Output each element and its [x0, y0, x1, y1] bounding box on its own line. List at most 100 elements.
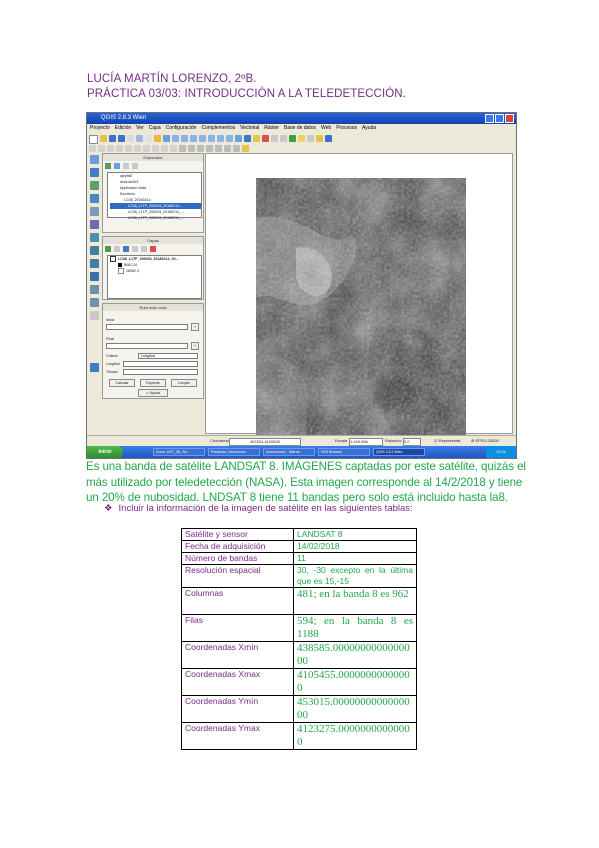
layers-style-icon[interactable]	[105, 246, 111, 252]
label-show-icon[interactable]	[197, 145, 204, 152]
browser-add-icon[interactable]	[105, 163, 111, 169]
menu-web[interactable]: Web	[321, 124, 331, 133]
gps-icon[interactable]	[90, 363, 99, 372]
route-start-input[interactable]	[106, 324, 188, 330]
add-vector-icon[interactable]	[90, 155, 99, 164]
browser-refresh-icon[interactable]	[114, 163, 120, 169]
route-start-pick-button[interactable]: +	[191, 323, 199, 331]
pan-icon[interactable]	[154, 135, 161, 142]
add-wms-icon[interactable]	[90, 233, 99, 242]
menu-edicion[interactable]: Edición	[115, 124, 131, 133]
pan-to-selection-icon[interactable]	[163, 135, 170, 142]
virtual-layer-icon[interactable]	[90, 311, 99, 320]
menu-procesos[interactable]: Procesos	[336, 124, 357, 133]
print-icon[interactable]	[127, 135, 134, 142]
add-csv-icon[interactable]	[90, 272, 99, 281]
maximize-button[interactable]	[495, 114, 504, 123]
start-button[interactable]: Inicio	[87, 446, 123, 458]
route-end-input[interactable]	[106, 343, 188, 349]
browser-item[interactable]: LC08_L1TP_200034_20180214_...	[110, 215, 201, 221]
label-rotate-icon[interactable]	[215, 145, 222, 152]
save-as-icon[interactable]	[118, 135, 125, 142]
route-icon[interactable]	[242, 145, 249, 152]
menu-base-de-datos[interactable]: Base de datos	[284, 124, 316, 133]
select-icon[interactable]	[253, 135, 260, 142]
add-feature-icon[interactable]	[116, 145, 123, 152]
layers-remove-icon[interactable]	[150, 246, 156, 252]
add-oracle-icon[interactable]	[90, 220, 99, 229]
label-pin-icon[interactable]	[188, 145, 195, 152]
layer-checkbox-icon[interactable]	[110, 256, 116, 263]
new-layer-icon[interactable]	[90, 285, 99, 294]
clear-button[interactable]: Limpiar	[171, 379, 197, 387]
rotation-input[interactable]: 0,0	[403, 438, 421, 446]
taskbar-item[interactable]: Prácticas | Introducció...	[208, 448, 260, 456]
zoom-selection-icon[interactable]	[208, 135, 215, 142]
field-calc-icon[interactable]	[280, 135, 287, 142]
browser-filter-icon[interactable]	[123, 163, 129, 169]
zoom-in-icon[interactable]	[172, 135, 179, 142]
taskbar-item[interactable]: Curso 1007_08_04/...	[153, 448, 205, 456]
zoom-layer-icon[interactable]	[199, 135, 206, 142]
save-icon[interactable]	[109, 135, 116, 142]
menu-raster[interactable]: Ráster	[264, 124, 279, 133]
add-mssql-icon[interactable]	[90, 207, 99, 216]
render-checkbox[interactable]: ☑ Representar	[434, 436, 461, 446]
menu-ayuda[interactable]: Ayuda	[362, 124, 376, 133]
close-button[interactable]	[505, 114, 514, 123]
annotation-icon[interactable]	[298, 135, 305, 142]
menu-capa[interactable]: Capa	[149, 124, 161, 133]
layers-tree[interactable]: LC08_L1TP_200034_20180214_20... 8081,34 …	[107, 255, 202, 299]
map-tips-icon[interactable]	[307, 135, 314, 142]
route-help-button[interactable]: ✕ Ayuda	[138, 389, 168, 397]
layers-expand-icon[interactable]	[132, 246, 138, 252]
taskbar-item[interactable]: DSS Browser	[318, 448, 370, 456]
layers-collapse-icon[interactable]	[141, 246, 147, 252]
new-spatialite-icon[interactable]	[90, 298, 99, 307]
zoom-full-icon[interactable]	[190, 135, 197, 142]
zoom-out-icon[interactable]	[181, 135, 188, 142]
browser-tree[interactable]: ajeyfal2 Android3d3 Application Data Esc…	[107, 172, 202, 221]
help-icon[interactable]	[325, 135, 332, 142]
digitize-icon[interactable]	[98, 145, 105, 152]
refresh-icon[interactable]	[235, 135, 242, 142]
add-spatialite-icon[interactable]	[90, 194, 99, 203]
new-project-icon[interactable]	[89, 135, 98, 144]
add-wcs-icon[interactable]	[90, 246, 99, 255]
add-raster-icon[interactable]	[90, 168, 99, 177]
add-wfs-icon[interactable]	[90, 259, 99, 268]
menu-vectorial[interactable]: Vectorial	[240, 124, 259, 133]
taskbar-item-active[interactable]: QGIS 2.8.3 Wien	[373, 448, 425, 456]
calculate-button[interactable]: Calcular	[109, 379, 135, 387]
node-tool-icon[interactable]	[134, 145, 141, 152]
zoom-next-icon[interactable]	[226, 135, 233, 142]
bookmark-icon[interactable]	[316, 135, 323, 142]
route-end-pick-button[interactable]: +	[191, 342, 199, 350]
menu-proyecto[interactable]: Proyecto	[90, 124, 110, 133]
layers-add-group-icon[interactable]	[114, 246, 120, 252]
label-icon[interactable]	[179, 145, 186, 152]
menu-configuracion[interactable]: Configuración	[166, 124, 197, 133]
add-postgis-icon[interactable]	[90, 181, 99, 190]
edit-icon[interactable]	[89, 145, 96, 152]
label-move-icon[interactable]	[206, 145, 213, 152]
layers-filter-icon[interactable]	[123, 246, 129, 252]
diagram-icon[interactable]	[233, 145, 240, 152]
menu-complementos[interactable]: Complementos	[201, 124, 235, 133]
move-feature-icon[interactable]	[125, 145, 132, 152]
delete-icon[interactable]	[143, 145, 150, 152]
taskbar-item[interactable]: Documento1 - Micros...	[263, 448, 315, 456]
open-project-icon[interactable]	[100, 135, 107, 142]
epsg-button[interactable]: ⊕ EPSG:32630	[471, 436, 499, 446]
save-edits-icon[interactable]	[107, 145, 114, 152]
attribute-table-icon[interactable]	[271, 135, 278, 142]
copy-icon[interactable]	[161, 145, 168, 152]
coord-input[interactable]: 467634,4120540	[229, 438, 301, 446]
paste-icon[interactable]	[170, 145, 177, 152]
measure-icon[interactable]	[289, 135, 296, 142]
deselect-icon[interactable]	[262, 135, 269, 142]
label-change-icon[interactable]	[224, 145, 231, 152]
map-canvas[interactable]	[205, 153, 513, 436]
composer-icon[interactable]	[136, 135, 143, 142]
scale-select[interactable]: 1:445.066	[349, 438, 383, 446]
